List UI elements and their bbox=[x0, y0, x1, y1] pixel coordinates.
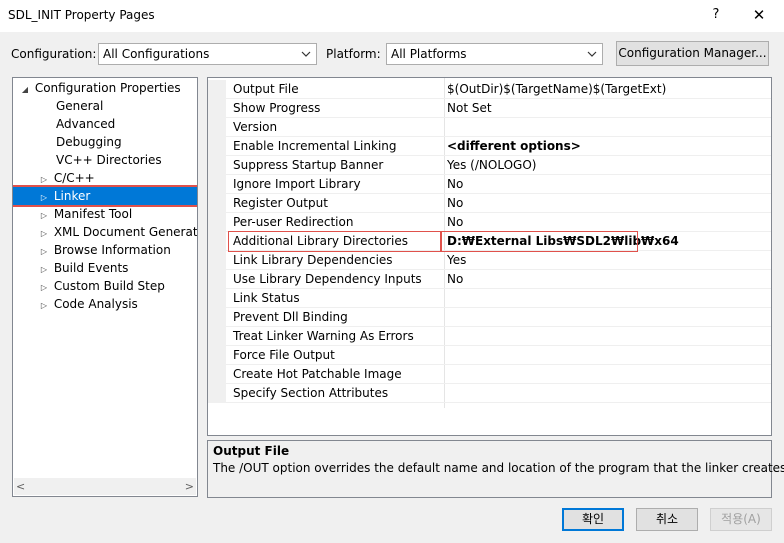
title-bar: SDL_INIT Property Pages ? ✕ bbox=[0, 0, 784, 32]
platform-label: Platform: bbox=[326, 47, 381, 61]
property-row[interactable]: Enable Incremental Linking <different opt… bbox=[208, 137, 771, 156]
tree-item-xml-document-generator[interactable]: ▷ XML Document Generator bbox=[38, 223, 197, 241]
property-value[interactable]: No bbox=[447, 270, 463, 289]
tree-item-browse-information[interactable]: ▷ Browse Information bbox=[38, 241, 171, 259]
tree-item-general[interactable]: General bbox=[56, 97, 103, 115]
property-row[interactable]: Show Progress Not Set bbox=[208, 99, 771, 118]
ok-button[interactable]: 확인 bbox=[562, 508, 624, 531]
horizontal-scrollbar[interactable]: < > bbox=[14, 478, 196, 495]
tree-item-advanced[interactable]: Advanced bbox=[56, 115, 115, 133]
property-value[interactable]: Yes bbox=[447, 251, 466, 270]
property-name: Create Hot Patchable Image bbox=[233, 367, 402, 381]
tree-item-custom-build-step[interactable]: ▷ Custom Build Step bbox=[38, 277, 165, 295]
property-name: Force File Output bbox=[233, 348, 335, 362]
property-name: Register Output bbox=[233, 196, 328, 210]
scroll-right-icon[interactable]: > bbox=[185, 478, 194, 495]
property-row[interactable]: Suppress Startup Banner Yes (/NOLOGO) bbox=[208, 156, 771, 175]
configuration-value: All Configurations bbox=[103, 47, 210, 61]
property-name: Enable Incremental Linking bbox=[233, 139, 397, 153]
configuration-dropdown[interactable]: All Configurations bbox=[98, 43, 317, 65]
highlight-box-value bbox=[441, 231, 638, 252]
tree-root-label: Configuration Properties bbox=[34, 81, 181, 95]
property-row[interactable]: Version bbox=[208, 118, 771, 137]
expanded-triangle-icon[interactable]: ◢ bbox=[19, 81, 31, 99]
property-row[interactable]: Prevent Dll Binding bbox=[208, 308, 771, 327]
property-row[interactable]: Output File $(OutDir)$(TargetName)$(Targe… bbox=[208, 80, 771, 99]
property-name: Treat Linker Warning As Errors bbox=[233, 329, 414, 343]
tree-item-manifest-tool[interactable]: ▷ Manifest Tool bbox=[38, 205, 132, 223]
property-row[interactable]: Register Output No bbox=[208, 194, 771, 213]
description-title: Output File bbox=[213, 444, 290, 458]
property-value[interactable]: No bbox=[447, 175, 463, 194]
property-row[interactable]: Use Library Dependency Inputs No bbox=[208, 270, 771, 289]
property-row[interactable]: Per-user Redirection No bbox=[208, 213, 771, 232]
property-value[interactable]: $(OutDir)$(TargetName)$(TargetExt) bbox=[447, 80, 666, 99]
property-row[interactable]: Treat Linker Warning As Errors bbox=[208, 327, 771, 346]
property-row[interactable]: Force File Output bbox=[208, 346, 771, 365]
tree-item-debugging[interactable]: Debugging bbox=[56, 133, 122, 151]
tree-root[interactable]: ◢ Configuration Properties bbox=[19, 79, 181, 97]
description-text: The /OUT option overrides the default na… bbox=[213, 461, 784, 475]
tree-item-c-cpp[interactable]: ▷ C/C++ bbox=[38, 169, 95, 187]
property-name: Version bbox=[233, 120, 278, 134]
property-value[interactable]: No bbox=[447, 194, 463, 213]
property-name: Output File bbox=[233, 82, 299, 96]
property-value[interactable]: Yes (/NOLOGO) bbox=[447, 156, 536, 175]
platform-value: All Platforms bbox=[391, 47, 467, 61]
property-name: Per-user Redirection bbox=[233, 215, 354, 229]
tree-item-build-events[interactable]: ▷ Build Events bbox=[38, 259, 128, 277]
chevron-down-icon bbox=[301, 51, 311, 57]
property-name: Prevent Dll Binding bbox=[233, 310, 348, 324]
close-icon[interactable]: ✕ bbox=[745, 3, 773, 27]
property-row[interactable]: Link Status bbox=[208, 289, 771, 308]
platform-dropdown[interactable]: All Platforms bbox=[386, 43, 603, 65]
scroll-left-icon[interactable]: < bbox=[16, 478, 25, 495]
property-value[interactable]: Not Set bbox=[447, 99, 492, 118]
chevron-down-icon bbox=[587, 51, 597, 57]
help-icon[interactable]: ? bbox=[706, 5, 726, 25]
property-row[interactable]: Create Hot Patchable Image bbox=[208, 365, 771, 384]
configuration-label: Configuration: bbox=[11, 47, 97, 61]
property-name: Ignore Import Library bbox=[233, 177, 361, 191]
description-panel: Output File The /OUT option overrides th… bbox=[207, 440, 784, 498]
cancel-button[interactable]: 취소 bbox=[636, 508, 698, 531]
property-value[interactable]: No bbox=[447, 213, 463, 232]
property-name: Link Status bbox=[233, 291, 300, 305]
property-row[interactable]: Link Library Dependencies Yes bbox=[208, 251, 771, 270]
property-name: Use Library Dependency Inputs bbox=[233, 272, 422, 286]
property-grid[interactable]: Output File $(OutDir)$(TargetName)$(Targe… bbox=[207, 77, 772, 436]
property-tree[interactable]: ◢ Configuration Properties General Advan… bbox=[12, 77, 198, 497]
property-row[interactable]: Ignore Import Library No bbox=[208, 175, 771, 194]
window-title: SDL_INIT Property Pages bbox=[8, 8, 155, 22]
collapsed-triangle-icon[interactable]: ▷ bbox=[38, 297, 50, 315]
tree-item-vc-directories[interactable]: VC++ Directories bbox=[56, 151, 162, 169]
configuration-manager-button[interactable]: Configuration Manager... bbox=[616, 41, 769, 66]
property-name: Suppress Startup Banner bbox=[233, 158, 384, 172]
property-name: Specify Section Attributes bbox=[233, 386, 389, 400]
tree-item-linker[interactable]: ▷ Linker bbox=[13, 185, 197, 207]
property-row[interactable]: Specify Section Attributes bbox=[208, 384, 771, 403]
property-name: Link Library Dependencies bbox=[233, 253, 393, 267]
property-name: Show Progress bbox=[233, 101, 321, 115]
property-value[interactable]: <different options> bbox=[447, 137, 581, 156]
apply-button[interactable]: 적용(A) bbox=[710, 508, 772, 531]
highlight-box-name bbox=[228, 231, 441, 252]
tree-item-code-analysis[interactable]: ▷ Code Analysis bbox=[38, 295, 138, 313]
